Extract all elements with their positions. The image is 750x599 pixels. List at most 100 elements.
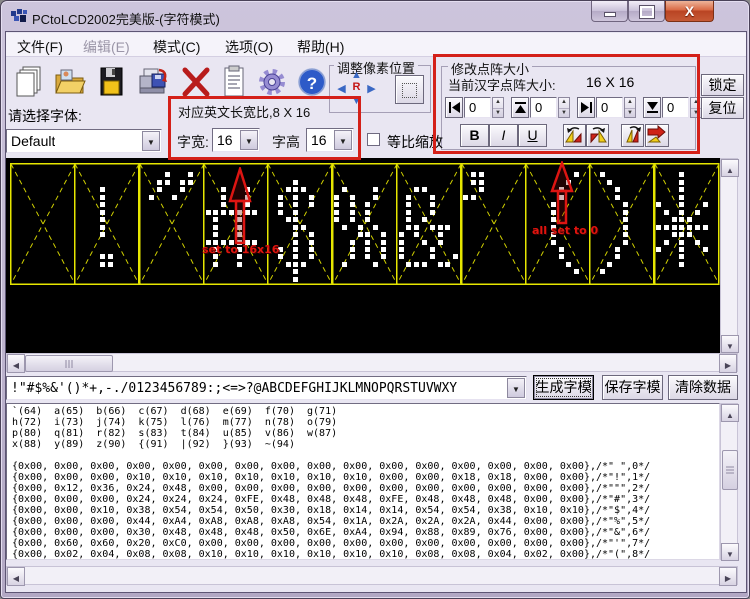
pixel-dot xyxy=(623,240,628,245)
pixel-dot xyxy=(438,262,443,267)
pixel-left-button[interactable]: ◀ xyxy=(334,82,349,95)
pixel-dot xyxy=(365,247,370,252)
pixel-dot xyxy=(309,195,314,200)
pixel-dot xyxy=(172,195,177,200)
title-bar[interactable]: PCtoLCD2002完美版-(字符模式) X xyxy=(1,1,750,31)
output-line: {0x00, 0x00, 0x10, 0x38, 0x54, 0x54, 0x5… xyxy=(12,505,719,516)
pixel-dot xyxy=(278,210,283,215)
pixel-reset-button[interactable]: R xyxy=(350,81,363,94)
preview-cell-6[interactable] xyxy=(396,163,461,285)
pixel-dot xyxy=(406,202,411,207)
arrow-up-icon: ▲ xyxy=(726,411,734,420)
pixel-dot xyxy=(100,217,105,222)
save-font-button[interactable]: 保存字模 xyxy=(602,375,663,400)
pixel-dot xyxy=(414,232,419,237)
pixel-dot xyxy=(358,225,363,230)
generate-button[interactable]: 生成字模 xyxy=(533,375,594,400)
pixel-dot xyxy=(406,217,411,222)
pixel-dot xyxy=(334,202,339,207)
font-select-drop-button[interactable]: ▼ xyxy=(142,131,160,151)
pixel-dot xyxy=(607,262,612,267)
new-button[interactable] xyxy=(9,62,49,104)
pixel-dot xyxy=(188,172,193,177)
preview-scroll-left-button[interactable]: ◀ xyxy=(7,354,25,373)
output-vscrollbar[interactable]: ▲ ▼ xyxy=(720,403,738,560)
pixel-dot xyxy=(381,232,386,237)
preview-cell-10[interactable] xyxy=(654,163,719,285)
preview-scroll-down-button[interactable]: ▼ xyxy=(721,335,739,353)
pixel-dot xyxy=(703,202,708,207)
preview-scroll-up-button[interactable]: ▲ xyxy=(721,159,739,177)
output-scroll-right-button[interactable]: ▶ xyxy=(719,567,737,586)
pixel-dot xyxy=(100,202,105,207)
menu-item-options[interactable]: 选项(O) xyxy=(221,36,277,58)
output-line xyxy=(12,450,719,461)
output-scroll-down-button[interactable]: ▼ xyxy=(721,543,739,561)
pixel-dot xyxy=(687,225,692,230)
new-icon xyxy=(9,62,47,104)
minimize-button[interactable] xyxy=(591,1,628,22)
pixel-frame-button[interactable] xyxy=(395,75,424,104)
menu-item-help[interactable]: 帮助(H) xyxy=(293,36,348,58)
menu-item-file[interactable]: 文件(F) xyxy=(13,36,67,58)
output-area[interactable]: `(64) a(65) b(66) c(67) d(68) e(69) f(70… xyxy=(6,403,720,560)
output-line: {0x00, 0x00, 0x00, 0x00, 0x00, 0x00, 0x0… xyxy=(12,461,719,472)
char-strip-select[interactable]: !"#$%&'()*+,-./0123456789:;<=>?@ABCDEFGH… xyxy=(6,376,527,400)
char-strip-drop-button[interactable]: ▼ xyxy=(507,378,525,398)
pixel-dot xyxy=(293,262,298,267)
clear-button[interactable]: 清除数据 xyxy=(668,375,738,400)
preview-cell-4[interactable] xyxy=(267,163,332,285)
pixel-dot xyxy=(350,240,355,245)
pixel-dot xyxy=(381,254,386,259)
preview-cell-9[interactable] xyxy=(589,163,654,285)
preview-area[interactable] xyxy=(6,158,720,353)
scale-checkbox[interactable] xyxy=(367,133,380,146)
font-select[interactable]: Default ▼ xyxy=(6,129,162,153)
pixel-dot xyxy=(293,195,298,200)
pixel-dot xyxy=(286,262,291,267)
save-button-icon[interactable] xyxy=(93,62,133,104)
pixel-dot xyxy=(479,187,484,192)
preview-cell-5[interactable] xyxy=(332,163,397,285)
pixel-dot xyxy=(293,187,298,192)
output-hscrollbar[interactable]: ◀ ▶ xyxy=(6,566,738,585)
open-button[interactable] xyxy=(51,62,91,104)
output-scroll-up-button[interactable]: ▲ xyxy=(721,404,739,422)
svg-text:?: ? xyxy=(307,74,317,93)
pixel-dot xyxy=(679,262,684,267)
pixel-dot xyxy=(679,225,684,230)
output-scroll-left-button[interactable]: ◀ xyxy=(7,567,25,586)
pixel-dot xyxy=(656,202,661,207)
open-icon xyxy=(51,62,89,104)
pixel-right-button[interactable]: ▶ xyxy=(364,82,379,95)
preview-hscroll-thumb[interactable] xyxy=(25,355,113,372)
pixel-dot xyxy=(213,232,218,237)
dotted-frame-icon xyxy=(402,83,417,98)
preview-cell-2[interactable] xyxy=(139,163,204,285)
preview-scroll-right-button[interactable]: ▶ xyxy=(719,354,737,373)
pixel-dot xyxy=(623,225,628,230)
preview-cell-1[interactable] xyxy=(74,163,139,285)
pixel-dot xyxy=(679,247,684,252)
preview-vscrollbar[interactable]: ▲ ▼ xyxy=(720,158,738,353)
pixel-dot xyxy=(703,225,708,230)
pixel-dot xyxy=(399,254,404,259)
preview-cell-0[interactable] xyxy=(10,163,75,285)
pixel-dot xyxy=(373,187,378,192)
reset-button[interactable]: 复位 xyxy=(701,97,744,119)
pixel-dot xyxy=(358,232,363,237)
lock-button[interactable]: 锁定 xyxy=(701,74,744,96)
pixel-dot xyxy=(350,254,355,259)
preview-cell-7[interactable] xyxy=(461,163,526,285)
close-button[interactable]: X xyxy=(665,1,714,22)
pixel-dot xyxy=(293,217,298,222)
menu-item-mode[interactable]: 模式(C) xyxy=(149,36,204,58)
pixel-dot xyxy=(414,262,419,267)
pixel-dot xyxy=(149,195,154,200)
output-vscroll-thumb[interactable] xyxy=(722,450,738,490)
output-line: {0x00, 0x00, 0x00, 0x10, 0x10, 0x10, 0x1… xyxy=(12,472,719,483)
maximize-button[interactable] xyxy=(628,1,665,22)
annotation-arrow-allzero xyxy=(547,161,577,227)
pixel-dot xyxy=(365,202,370,207)
preview-hscrollbar[interactable]: ◀ ▶ xyxy=(6,353,738,372)
